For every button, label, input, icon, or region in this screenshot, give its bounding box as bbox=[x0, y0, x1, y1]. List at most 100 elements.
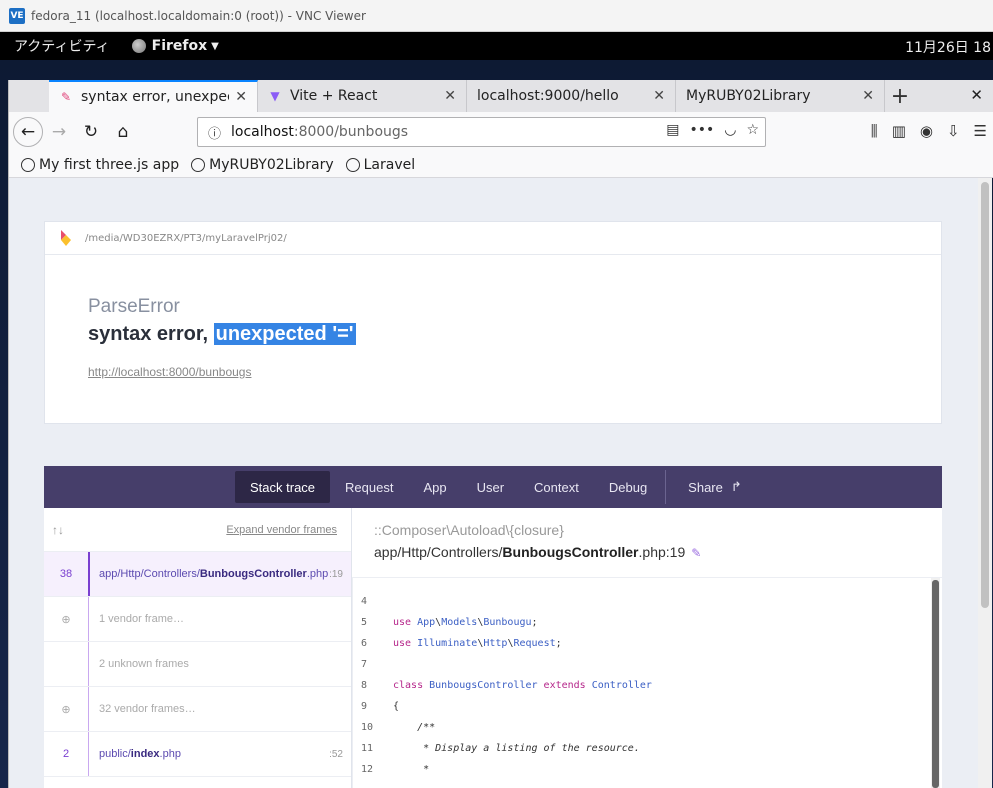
app-menu-label: Firefox bbox=[151, 38, 208, 54]
frame-number: 2 bbox=[62, 748, 70, 760]
toolbar-right: ⫼ ▥ ◉ ⇩ ☰ bbox=[871, 122, 987, 140]
close-icon[interactable]: ✕ bbox=[444, 88, 456, 104]
tab-stack-trace[interactable]: Stack trace bbox=[235, 471, 331, 503]
pocket-icon[interactable]: ◡ bbox=[724, 122, 736, 138]
close-icon[interactable]: ✕ bbox=[235, 89, 247, 105]
close-icon[interactable]: ✕ bbox=[653, 88, 665, 104]
account-icon[interactable]: ◉ bbox=[920, 122, 933, 140]
bookmark-star-icon[interactable]: ☆ bbox=[746, 122, 759, 138]
edit-pencil-icon[interactable]: ✎ bbox=[691, 546, 701, 560]
expand-vendor-frames-button[interactable]: Expand vendor frames bbox=[226, 524, 337, 536]
globe-icon bbox=[345, 157, 360, 172]
menu-icon[interactable]: ☰ bbox=[974, 122, 987, 140]
error-card-header: /media/WD30EZRX/PT3/myLaravelPrj02/ bbox=[45, 222, 941, 255]
vnc-icon: VE bbox=[9, 7, 25, 24]
tab-localhost-9000[interactable]: localhost:9000/hello ✕ bbox=[467, 80, 676, 112]
home-button[interactable]: ⌂ bbox=[107, 116, 139, 148]
code-line: 11 * Display a listing of the resource. bbox=[361, 743, 640, 754]
expand-icon: ⊕ bbox=[61, 703, 71, 716]
tab-vite-react[interactable]: ▼ Vite + React ✕ bbox=[258, 80, 467, 112]
message-prefix: syntax error, bbox=[88, 323, 214, 345]
nav-bar: ← → ↻ ⌂ ⓘ localhost:8000/bunbougs ▤ ••• … bbox=[9, 112, 993, 152]
page-actions-icon[interactable]: ••• bbox=[689, 122, 714, 138]
sort-arrows-icon[interactable]: ↑↓ bbox=[52, 523, 64, 537]
sidebar-icon[interactable]: ▥ bbox=[892, 122, 906, 140]
globe-icon bbox=[21, 157, 35, 172]
close-icon[interactable]: ✕ bbox=[862, 88, 874, 104]
library-icon[interactable]: ⫼ bbox=[871, 122, 878, 140]
frames-header: ↑↓ Expand vendor frames bbox=[44, 508, 351, 552]
globe-icon bbox=[191, 157, 206, 172]
nav-divider bbox=[665, 470, 667, 504]
tab-app[interactable]: App bbox=[408, 471, 461, 503]
vnc-title: fedora_11 (localhost.localdomain:0 (root… bbox=[31, 8, 366, 23]
bookmark-label: My first three.js app bbox=[39, 156, 180, 173]
firefox-window: ✎ syntax error, unexpected ✕ ▼ Vite + Re… bbox=[8, 80, 993, 788]
expand-icon: ⊕ bbox=[61, 613, 71, 626]
new-tab-button[interactable]: + bbox=[885, 80, 915, 112]
downloads-icon[interactable]: ⇩ bbox=[947, 122, 960, 140]
pencil-icon: ✎ bbox=[60, 90, 72, 104]
tab-user[interactable]: User bbox=[462, 471, 519, 503]
bookmark-label: MyRUBY02Library bbox=[209, 156, 334, 173]
page-content: /media/WD30EZRX/PT3/myLaravelPrj02/ Pars… bbox=[9, 178, 979, 788]
frame-number: 38 bbox=[59, 568, 73, 580]
vendor-frame-label: 1 vendor frame… bbox=[99, 613, 184, 625]
app-menu[interactable]: Firefox ▼ bbox=[131, 38, 219, 54]
vendor-frame-row[interactable]: ⊕ 1 vendor frame… bbox=[44, 597, 351, 642]
info-icon[interactable]: ⓘ bbox=[208, 123, 221, 142]
unknown-frame-label: 2 unknown frames bbox=[99, 658, 189, 670]
code-line: 4 bbox=[361, 596, 368, 607]
tab-request[interactable]: Request bbox=[330, 471, 408, 503]
frame-class: ::Composer\Autoload\{closure} bbox=[374, 522, 564, 538]
window-close-button[interactable]: ✕ bbox=[970, 86, 983, 104]
url-path: :8000/bunbougs bbox=[293, 124, 409, 140]
vendor-frame-label: 32 vendor frames… bbox=[99, 703, 196, 715]
bookmark-three-js[interactable]: My first three.js app bbox=[21, 157, 179, 173]
bookmark-laravel[interactable]: Laravel bbox=[345, 157, 415, 173]
frames-list: ↑↓ Expand vendor frames 38 app/Http/Cont… bbox=[44, 508, 352, 788]
tab-context[interactable]: Context bbox=[519, 471, 594, 503]
vendor-frame-row[interactable]: ⊕ 32 vendor frames… bbox=[44, 687, 351, 732]
page-scrollbar[interactable] bbox=[978, 178, 992, 788]
code-line: 12 * bbox=[361, 764, 430, 775]
frame-row[interactable]: 2 public/index.php :52 bbox=[44, 732, 351, 777]
clock[interactable]: 11月26日 18 bbox=[905, 37, 991, 57]
error-card: /media/WD30EZRX/PT3/myLaravelPrj02/ Pars… bbox=[44, 221, 942, 424]
code-line: 5 use App\Models\Bunbougu; bbox=[361, 617, 538, 628]
activities-button[interactable]: アクティビティ bbox=[14, 36, 110, 56]
reload-button[interactable]: ↻ bbox=[75, 116, 107, 148]
reader-view-icon[interactable]: ▤ bbox=[666, 122, 679, 138]
tab-syntax-error[interactable]: ✎ syntax error, unexpected ✕ bbox=[49, 80, 258, 112]
frame-row[interactable]: 38 app/Http/Controllers/BunbougsControll… bbox=[44, 552, 351, 597]
frame-file: app/Http/Controllers/BunbougsController.… bbox=[374, 544, 702, 560]
frame-line: :52 bbox=[329, 748, 343, 760]
share-label: Share bbox=[688, 479, 723, 495]
tab-label: MyRUBY02Library bbox=[686, 88, 811, 104]
tab-bar: ✎ syntax error, unexpected ✕ ▼ Vite + Re… bbox=[9, 80, 993, 112]
code-header: ::Composer\Autoload\{closure} app/Http/C… bbox=[352, 508, 942, 578]
code-snippet: 4 5 use App\Models\Bunbougu; 6 use Illumin… bbox=[352, 578, 942, 788]
project-path: /media/WD30EZRX/PT3/myLaravelPrj02/ bbox=[85, 232, 287, 244]
ignition-logo-icon bbox=[61, 230, 71, 246]
frame-path: app/Http/Controllers/BunbougsController.… bbox=[99, 568, 329, 580]
url-bar[interactable]: ⓘ localhost:8000/bunbougs ▤ ••• ◡ ☆ bbox=[197, 117, 766, 147]
back-button[interactable]: ← bbox=[13, 117, 43, 147]
screen: VE fedora_11 (localhost.localdomain:0 (r… bbox=[0, 0, 993, 788]
exception-message: syntax error, unexpected '=' bbox=[88, 323, 356, 346]
tab-myruby02library[interactable]: MyRUBY02Library ✕ bbox=[676, 80, 885, 112]
share-icon: ↱ bbox=[730, 479, 742, 494]
code-line: 7 bbox=[361, 659, 368, 670]
bookmark-myruby02library[interactable]: MyRUBY02Library bbox=[191, 157, 334, 173]
request-url-link[interactable]: http://localhost:8000/bunbougs bbox=[88, 365, 251, 379]
code-line: 9{ bbox=[361, 701, 400, 712]
frame-line: :19 bbox=[329, 568, 343, 580]
share-button[interactable]: Share ↱ bbox=[673, 471, 757, 503]
tab-debug[interactable]: Debug bbox=[594, 471, 662, 503]
code-scrollbar[interactable] bbox=[931, 578, 940, 788]
tab-label: localhost:9000/hello bbox=[477, 88, 619, 104]
forward-button[interactable]: → bbox=[43, 116, 75, 148]
unknown-frame-row[interactable]: 2 unknown frames bbox=[44, 642, 351, 687]
url-host: localhost bbox=[231, 124, 294, 140]
stack-nav: Stack trace Request App User Context Deb… bbox=[44, 466, 942, 508]
